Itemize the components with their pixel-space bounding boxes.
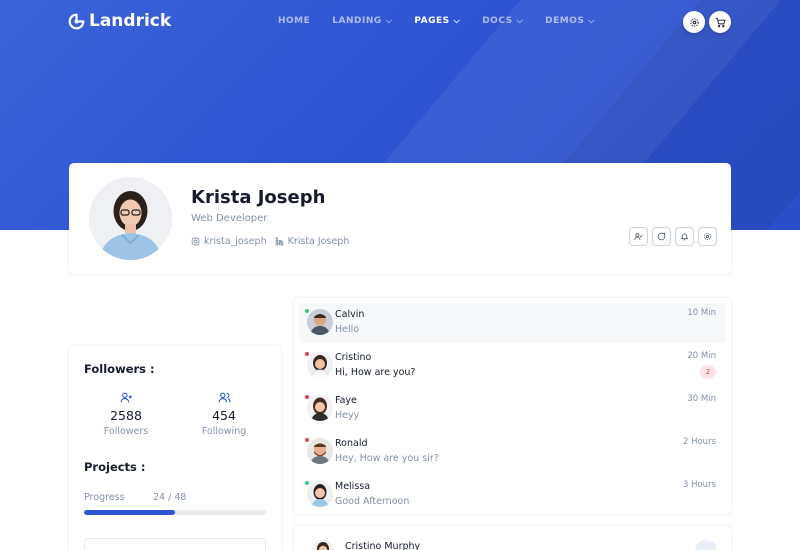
chevron-down-icon: ⌵ (588, 16, 595, 25)
user-plus-icon (120, 392, 132, 403)
chat-time: 2 Hours (682, 437, 716, 447)
linkedin-name: Krista Joseph (287, 236, 350, 247)
nav-label: PAGES (414, 16, 450, 26)
chat-avatar (307, 352, 333, 378)
offline-status-dot (304, 351, 310, 357)
chat-name: Cristino (335, 352, 372, 363)
progress-bar (84, 510, 266, 515)
follow-button[interactable] (629, 227, 648, 246)
instagram-link[interactable]: krista_joseph (191, 236, 267, 247)
instagram-icon (191, 237, 200, 246)
gear-icon (704, 233, 711, 240)
progress-label: Progress (84, 492, 125, 503)
nav-label: LANDING (332, 16, 382, 26)
chat-name: Ronald (335, 438, 368, 449)
chat-time: 10 Min (687, 308, 716, 318)
following-count: 454 (212, 408, 236, 423)
users-icon (218, 392, 230, 403)
chat-name: Calvin (335, 309, 365, 320)
followers-title: Followers : (84, 362, 155, 376)
offline-status-dot (304, 394, 310, 400)
chat-message: Good Afternoon (335, 496, 410, 507)
chat-time: 20 Min (687, 351, 716, 361)
avatar (312, 540, 334, 550)
nav-label: DEMOS (545, 16, 585, 26)
chat-message: Hi, How are you? (335, 367, 416, 378)
message-button[interactable] (652, 227, 671, 246)
cart-button[interactable] (709, 11, 731, 33)
user-check-icon (634, 233, 643, 240)
chat-message: Heyy (335, 410, 360, 421)
online-status-dot (304, 308, 310, 314)
chevron-down-icon: ⌵ (453, 16, 461, 25)
chat-item[interactable]: Ronald Hey, How are you sir? 2 Hours (299, 432, 726, 472)
chat-avatar (307, 438, 333, 464)
notification-button[interactable] (675, 227, 694, 246)
progress-value: 24 / 48 (153, 492, 187, 503)
cart-icon (715, 17, 726, 27)
logo[interactable]: Landrick (68, 11, 171, 31)
linkedin-icon (275, 237, 283, 246)
chat-options-button[interactable] (695, 540, 717, 550)
progress-fill (84, 510, 175, 515)
gear-icon (689, 17, 699, 27)
main-nav: HOME LANDING ⌵ PAGES ⌵ DOCS ⌵ DEMOS ⌵ (278, 16, 617, 26)
instagram-handle: krista_joseph (204, 236, 267, 247)
linkedin-link[interactable]: Krista Joseph (275, 236, 350, 247)
profile-socials: krista_joseph Krista Joseph (191, 236, 357, 247)
nav-item-demos[interactable]: DEMOS ⌵ (545, 16, 595, 26)
following-stat[interactable]: 454 Following (179, 391, 269, 437)
offline-status-dot (304, 437, 310, 443)
profile-role: Web Developer (191, 213, 268, 224)
bell-icon (680, 233, 689, 241)
chat-name: Faye (335, 395, 357, 406)
chat-name: Melissa (335, 481, 371, 492)
settings-button[interactable] (683, 11, 705, 33)
profile-card: Krista Joseph Web Developer krista_josep… (69, 163, 731, 274)
followers-label: Followers (103, 426, 149, 437)
chat-avatar (307, 481, 333, 507)
profile-settings-button[interactable] (698, 227, 717, 246)
avatar (89, 177, 172, 260)
chevron-down-icon: ⌵ (516, 16, 524, 25)
chat-message: Hello (335, 324, 360, 335)
profile-sidebar: Followers : 2588 Followers 454 Following… (69, 346, 281, 550)
navbar: Landrick HOME LANDING ⌵ PAGES ⌵ DOCS ⌵ DEMO… (0, 0, 800, 44)
chat-avatar (307, 309, 333, 335)
nav-item-home[interactable]: HOME (278, 16, 310, 26)
chat-contact-name: Cristino Murphy (345, 541, 421, 550)
chat-avatar (307, 395, 333, 421)
profile-name: Krista Joseph (191, 187, 326, 208)
chat-time: 30 Min (687, 394, 716, 404)
chat-item[interactable]: Cristino Hi, How are you? 20 Min 2 (299, 346, 726, 386)
nav-item-landing[interactable]: LANDING ⌵ (332, 16, 392, 26)
profile-actions (625, 227, 717, 246)
following-label: Following (201, 426, 247, 437)
message-icon (657, 232, 666, 241)
chat-window-header: Cristino Murphy (294, 526, 731, 550)
chat-item[interactable]: Calvin Hello 10 Min (299, 303, 726, 343)
followers-count: 2588 (110, 408, 142, 423)
chevron-down-icon: ⌵ (385, 16, 393, 25)
logo-icon (68, 13, 85, 29)
nav-label: DOCS (482, 16, 513, 26)
online-status-dot (304, 480, 310, 486)
nav-item-docs[interactable]: DOCS ⌵ (482, 16, 523, 26)
brand-name: Landrick (89, 11, 172, 31)
chat-item[interactable]: Faye Heyy 30 Min (299, 389, 726, 429)
unread-badge: 2 (700, 365, 716, 379)
chat-list: Calvin Hello 10 Min Cristino Hi, How are… (294, 298, 731, 514)
chat-time: 3 Hours (682, 480, 716, 490)
chat-item[interactable]: Melissa Good Afternoon 3 Hours (299, 475, 726, 515)
nav-item-pages[interactable]: PAGES ⌵ (414, 16, 460, 26)
chat-message: Hey, How are you sir? (335, 453, 439, 464)
project-item[interactable] (84, 538, 266, 550)
projects-title: Projects : (84, 460, 146, 474)
followers-stat[interactable]: 2588 Followers (81, 391, 171, 437)
nav-label: HOME (278, 16, 311, 26)
